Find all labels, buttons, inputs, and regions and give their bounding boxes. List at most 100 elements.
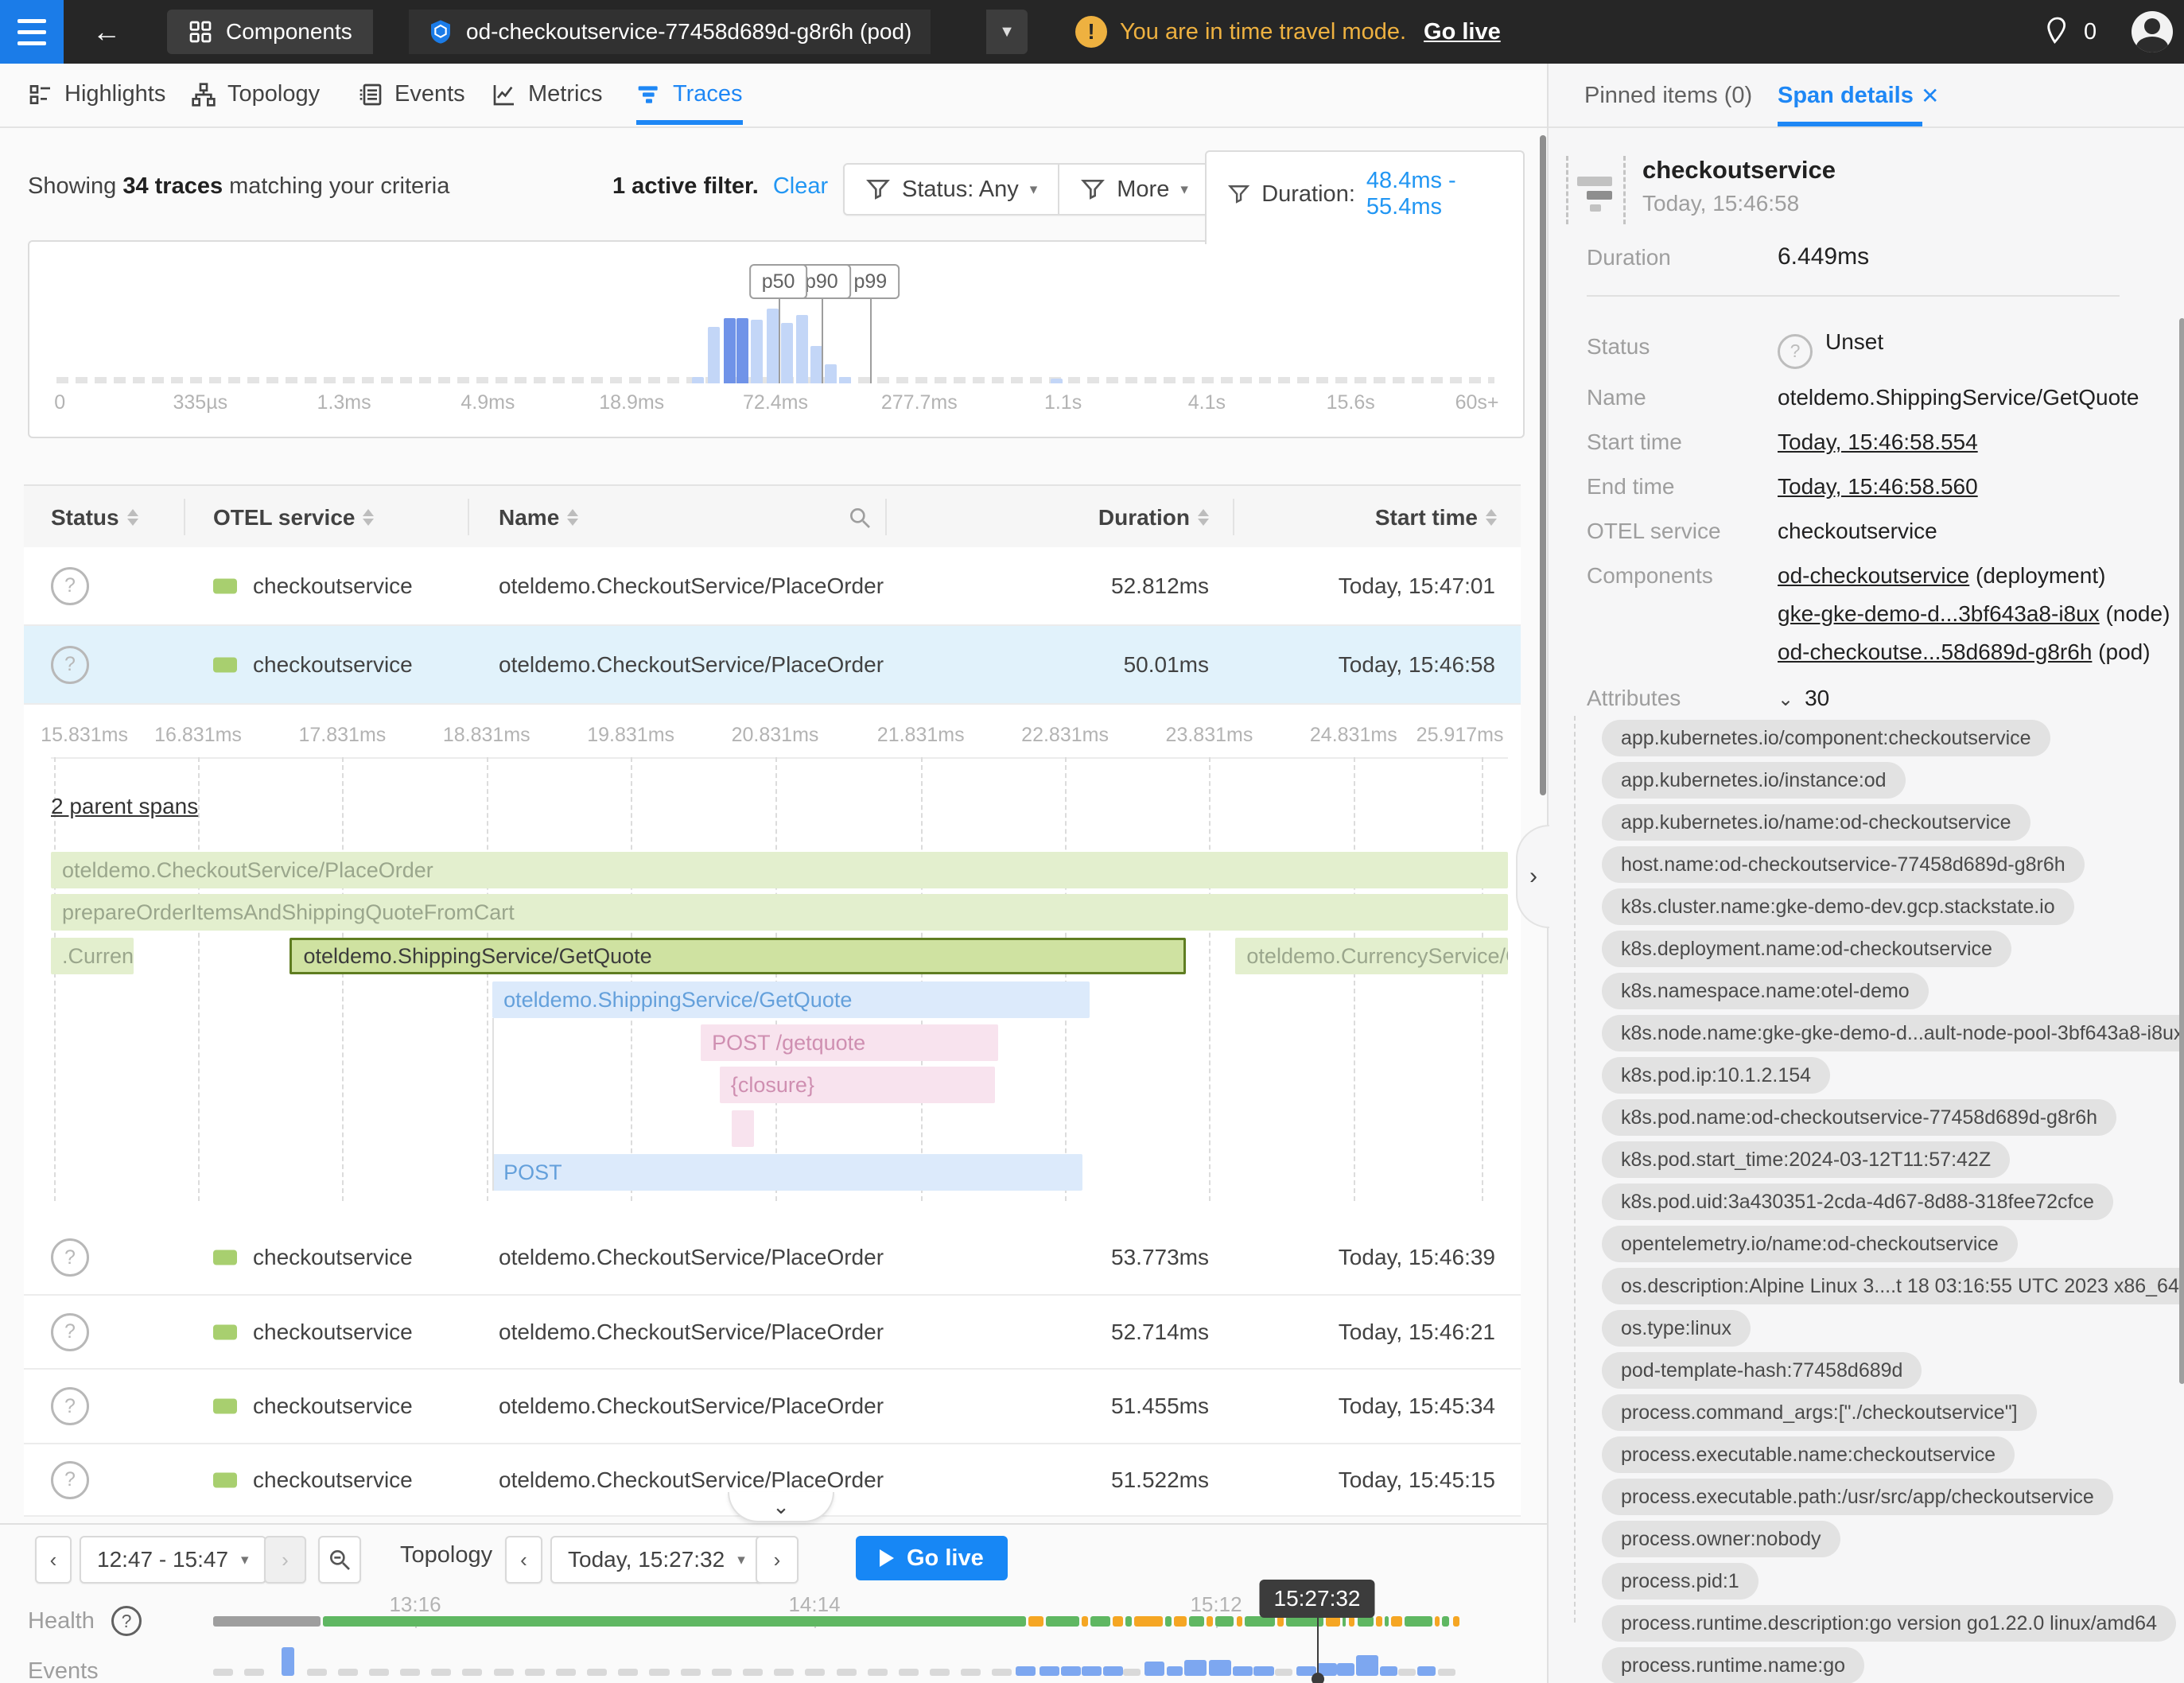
current-time-dropdown[interactable]: Today, 15:27:32▾: [550, 1536, 763, 1584]
column-header-start-time[interactable]: Start time: [1375, 486, 1497, 549]
entity-caret-icon[interactable]: ▼: [986, 10, 1028, 54]
sort-icon[interactable]: [1486, 509, 1497, 526]
tab-metrics[interactable]: Metrics: [492, 64, 602, 125]
health-help-icon[interactable]: ?: [111, 1606, 154, 1636]
range-prev-button[interactable]: ‹: [35, 1536, 72, 1584]
tab-events[interactable]: Events: [358, 64, 465, 125]
histogram-bar[interactable]: [724, 318, 736, 383]
column-header-otel-service[interactable]: OTEL service: [213, 486, 374, 549]
span-bar[interactable]: [732, 1110, 754, 1147]
clear-filters-link[interactable]: Clear: [773, 173, 828, 199]
histogram-bar[interactable]: [736, 318, 748, 383]
start-time-link[interactable]: Today, 15:46:58.554: [1778, 429, 1978, 455]
trace-row[interactable]: ? checkoutservice oteldemo.CheckoutServi…: [24, 1221, 1521, 1296]
waterfall-tick-label: 17.831ms: [298, 724, 386, 747]
histogram-bar[interactable]: [796, 315, 808, 383]
name-search-icon[interactable]: [847, 486, 872, 549]
duration-range-value[interactable]: 48.4ms - 55.4ms: [1366, 168, 1523, 220]
parent-spans-link[interactable]: 2 parent spans: [51, 794, 198, 819]
status-unknown-icon: ?: [51, 646, 89, 684]
span-name: oteldemo.CheckoutService/PlaceOrder: [499, 1245, 884, 1270]
expand-table-button[interactable]: ⌄: [728, 1492, 834, 1522]
histogram-bar[interactable]: [692, 377, 704, 383]
breadcrumb-components[interactable]: Components: [167, 10, 373, 54]
end-time-link[interactable]: Today, 15:46:58.560: [1778, 474, 1978, 499]
tab-topology[interactable]: Topology: [191, 64, 320, 125]
sort-icon[interactable]: [1198, 509, 1209, 526]
events-timeline[interactable]: [213, 1636, 1459, 1676]
sort-icon[interactable]: [127, 509, 138, 526]
column-header-name[interactable]: Name: [499, 486, 578, 549]
span-bar-selected[interactable]: oteldemo.ShippingService/GetQuote: [290, 938, 1186, 974]
span-bar[interactable]: oteldemo.ShippingService/GetQuote: [492, 981, 1090, 1018]
zoom-out-button[interactable]: [318, 1536, 361, 1584]
trace-row[interactable]: ? checkoutservice oteldemo.CheckoutServi…: [24, 1370, 1521, 1444]
pin-icon[interactable]: [2044, 16, 2071, 48]
histogram-tick-label: 0: [54, 391, 65, 414]
time-prev-button[interactable]: ‹: [505, 1536, 542, 1584]
start-time-label: Start time: [1587, 429, 1682, 455]
waterfall-gridline: [1065, 757, 1067, 1201]
avatar[interactable]: [2132, 11, 2173, 52]
duration-histogram[interactable]: 0335µs1.3ms4.9ms18.9ms72.4ms277.7ms1.1s4…: [28, 240, 1525, 438]
span-bar[interactable]: .CurrencyServ...: [51, 938, 134, 974]
duration-filter[interactable]: Duration: 48.4ms - 55.4ms: [1205, 150, 1525, 244]
histogram-bar[interactable]: [1051, 379, 1063, 383]
histogram-bar[interactable]: [839, 377, 851, 383]
event-dash: [244, 1669, 264, 1676]
tab-span-details[interactable]: Span details: [1778, 83, 1914, 109]
go-live-button[interactable]: Go live: [856, 1536, 1008, 1580]
event-bar: [1123, 1669, 1141, 1676]
close-span-details-icon[interactable]: ✕: [1921, 83, 1939, 109]
span-bar[interactable]: prepareOrderItemsAndShippingQuoteFromCar…: [51, 894, 1508, 931]
go-live-link[interactable]: Go live: [1424, 19, 1501, 45]
duration-value: 50.01ms: [1124, 652, 1209, 678]
span-bar[interactable]: POST: [492, 1154, 1082, 1191]
more-filters-button[interactable]: More▾: [1058, 165, 1209, 214]
tab-highlights[interactable]: Highlights: [28, 64, 165, 125]
collapse-panel-button[interactable]: ›: [1516, 825, 1549, 928]
trace-row-selected[interactable]: ? checkoutservice oteldemo.CheckoutServi…: [24, 626, 1521, 705]
tab-pinned-items[interactable]: Pinned items (0): [1584, 83, 1752, 109]
histogram-bar[interactable]: [708, 327, 720, 383]
histogram-bar[interactable]: [751, 320, 763, 383]
span-bar[interactable]: oteldemo.CurrencyService/Co: [1235, 938, 1508, 974]
status-filter-button[interactable]: Status: Any▾: [845, 165, 1058, 214]
back-button[interactable]: ←: [89, 16, 124, 48]
tab-traces[interactable]: Traces: [636, 64, 743, 125]
current-time-dot: [1312, 1673, 1324, 1683]
main-scrollbar[interactable]: [1540, 135, 1546, 795]
trace-row[interactable]: ? checkoutservice oteldemo.CheckoutServi…: [24, 1296, 1521, 1370]
histogram-bar[interactable]: [767, 309, 779, 383]
span-bar[interactable]: {closure}: [720, 1067, 995, 1103]
histogram-bar[interactable]: [825, 364, 837, 383]
time-range-dropdown[interactable]: 12:47 - 15:47▾: [80, 1536, 266, 1584]
histogram-bar[interactable]: [810, 346, 822, 383]
trace-row[interactable]: ? checkoutservice oteldemo.CheckoutServi…: [24, 547, 1521, 626]
component-link[interactable]: gke-gke-demo-d...3bf643a8-i8ux: [1778, 601, 2100, 626]
histogram-bar[interactable]: [781, 323, 793, 383]
component-link[interactable]: od-checkoutservice: [1778, 563, 1969, 588]
menu-icon[interactable]: [0, 0, 64, 64]
span-bar[interactable]: oteldemo.CheckoutService/PlaceOrder: [51, 852, 1508, 888]
event-bar: [1380, 1666, 1397, 1676]
timeline-axis-label: 13:16: [389, 1592, 441, 1617]
time-next-button[interactable]: ›: [756, 1536, 799, 1584]
waterfall-gridline: [631, 757, 632, 1201]
histogram-plot[interactable]: 0335µs1.3ms4.9ms18.9ms72.4ms277.7ms1.1s4…: [56, 242, 1494, 437]
range-next-button[interactable]: ›: [264, 1536, 306, 1584]
waterfall-tick-label: 25.917ms: [1416, 724, 1504, 747]
column-header-duration[interactable]: Duration: [1098, 486, 1209, 549]
sort-icon[interactable]: [363, 509, 374, 526]
component-link[interactable]: od-checkoutse...58d689d-g8r6h: [1778, 639, 2092, 664]
column-header-status[interactable]: Status: [51, 486, 138, 549]
panel-scrollbar[interactable]: [2179, 318, 2184, 1384]
event-bar: [1253, 1666, 1273, 1676]
sort-icon[interactable]: [567, 509, 578, 526]
entity-selector[interactable]: od-checkoutservice-77458d689d-g8r6h (pod…: [409, 10, 931, 54]
span-bar[interactable]: POST /getquote: [701, 1024, 998, 1061]
trace-waterfall: 15.831ms16.831ms17.831ms18.831ms19.831ms…: [24, 705, 1521, 1222]
percentile-line: [870, 299, 872, 383]
current-time-badge[interactable]: 15:27:32: [1260, 1580, 1375, 1618]
attributes-toggle[interactable]: ⌄30: [1778, 686, 1829, 711]
